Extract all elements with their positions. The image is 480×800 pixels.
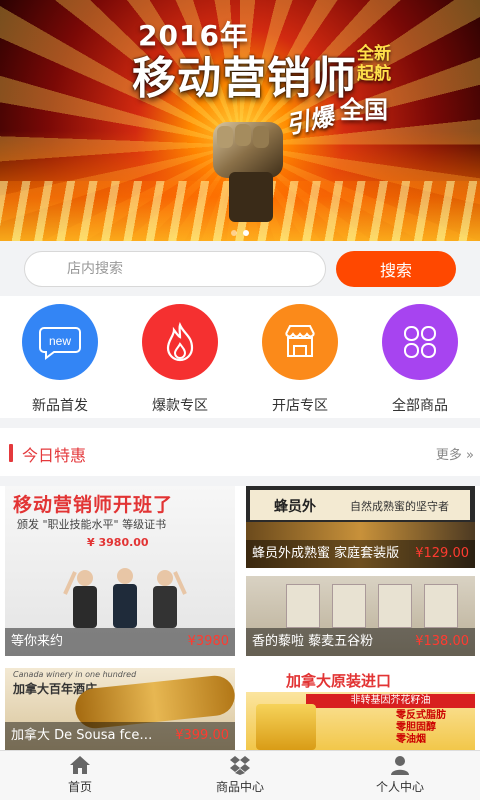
new-icon: new xyxy=(22,304,98,380)
section-accent-bar xyxy=(9,444,13,462)
product-card[interactable]: 移动营销师开班了 颁发 "职业技能水平" 等级证书 ¥ 3980.00 等你来约… xyxy=(5,486,235,656)
tab-label: 首页 xyxy=(67,780,92,794)
category-nav: new 新品首发 爆款专区 开店专区 全部商品 xyxy=(0,296,480,418)
product-price: ¥3980 xyxy=(187,634,229,649)
search-bar: 搜索 xyxy=(0,241,480,296)
page: 2016年 移动营销师 全新起航 引爆 全国 搜索 xyxy=(0,0,480,800)
category-new-arrivals[interactable]: new 新品首发 xyxy=(0,296,120,418)
carousel-dot-active[interactable] xyxy=(243,230,249,236)
category-label: 全部商品 xyxy=(392,398,448,414)
product-image-header: 加拿大原装进口 xyxy=(246,668,475,692)
product-image-headline: 移动营销师开班了 xyxy=(13,494,174,516)
dropbox-icon xyxy=(230,756,250,775)
svg-text:new: new xyxy=(49,334,71,348)
product-box xyxy=(286,584,320,628)
product-image-title: 加拿大原装进口 xyxy=(286,672,392,690)
grid-icon xyxy=(382,304,458,380)
more-link[interactable]: 更多 » xyxy=(436,444,474,463)
product-image-subtext: 颁发 "职业技能水平" 等级证书 xyxy=(17,518,167,531)
product-image-features: 零反式脂肪 零胆固醇 零油烟 xyxy=(396,710,446,746)
category-label: 开店专区 xyxy=(272,398,328,414)
product-image-brand: 蜂员外 xyxy=(274,499,316,515)
today-special-header: 今日特惠 更多 » xyxy=(0,428,480,476)
home-icon xyxy=(70,756,90,774)
product-image-brand-strip: 蜂员外 自然成熟蜜的坚守者 xyxy=(250,490,470,520)
product-box xyxy=(332,584,366,628)
banner-subtitle: 全国 xyxy=(340,96,388,124)
product-grid: 移动营销师开班了 颁发 "职业技能水平" 等级证书 ¥ 3980.00 等你来约… xyxy=(0,486,480,756)
product-image-caption: Canada winery in one hundred xyxy=(13,670,137,679)
tab-profile[interactable]: 个人中心 xyxy=(320,751,480,800)
category-label: 爆款专区 xyxy=(152,398,208,414)
carousel-dot[interactable] xyxy=(231,230,237,236)
people-illustration xyxy=(63,568,187,628)
product-price: ¥399.00 xyxy=(175,728,229,743)
banner-side-text: 全新起航 xyxy=(357,44,391,84)
product-price: ¥129.00 xyxy=(415,546,469,561)
category-hot-deals[interactable]: 爆款专区 xyxy=(120,296,240,418)
product-image-amount: ¥ 3980.00 xyxy=(87,536,149,549)
product-image-strip: 非转基因芥花籽油 xyxy=(306,694,475,708)
search-button[interactable]: 搜索 xyxy=(336,251,456,287)
section-title: 今日特惠 xyxy=(22,446,87,465)
product-box xyxy=(378,584,412,628)
feature-item: 零反式脂肪 xyxy=(396,710,446,721)
promo-banner[interactable]: 2016年 移动营销师 全新起航 引爆 全国 xyxy=(0,0,480,241)
tab-label: 个人中心 xyxy=(375,780,424,794)
product-box xyxy=(424,584,458,628)
feature-item: 零油烟 xyxy=(396,734,426,745)
category-label: 新品首发 xyxy=(32,398,88,414)
product-price: ¥138.00 xyxy=(415,634,469,649)
feature-item: 零胆固醇 xyxy=(396,722,436,733)
product-card[interactable]: Canada winery in one hundred 加拿大百年酒庄 加拿大… xyxy=(5,668,235,750)
bottom-tab-bar: 首页 商品中心 个人中心 xyxy=(0,750,480,800)
product-card[interactable]: 加拿大原装进口 非转基因芥花籽油 零反式脂肪 零胆固醇 零油烟 xyxy=(246,668,475,750)
tab-label: 商品中心 xyxy=(215,780,264,794)
banner-title: 移动营销师 xyxy=(132,53,357,104)
shop-icon xyxy=(262,304,338,380)
tab-home[interactable]: 首页 xyxy=(0,751,160,800)
fist-illustration xyxy=(213,122,283,222)
search-input[interactable] xyxy=(24,251,326,287)
category-open-shop[interactable]: 开店专区 xyxy=(240,296,360,418)
product-card[interactable]: 香的藜啦 藜麦五谷粉 ¥138.00 xyxy=(246,576,475,656)
user-icon xyxy=(391,756,409,775)
product-card[interactable]: 蜂员外 自然成熟蜜的坚守者 蜂员外成熟蜜 家庭套装版 ¥129.00 xyxy=(246,486,475,568)
oil-can-photo xyxy=(256,704,316,750)
carousel-indicators xyxy=(0,230,480,236)
fire-icon xyxy=(142,304,218,380)
tab-product-center[interactable]: 商品中心 xyxy=(160,751,320,800)
category-all-products[interactable]: 全部商品 xyxy=(360,296,480,418)
product-image-slogan: 自然成熟蜜的坚守者 xyxy=(350,500,449,513)
